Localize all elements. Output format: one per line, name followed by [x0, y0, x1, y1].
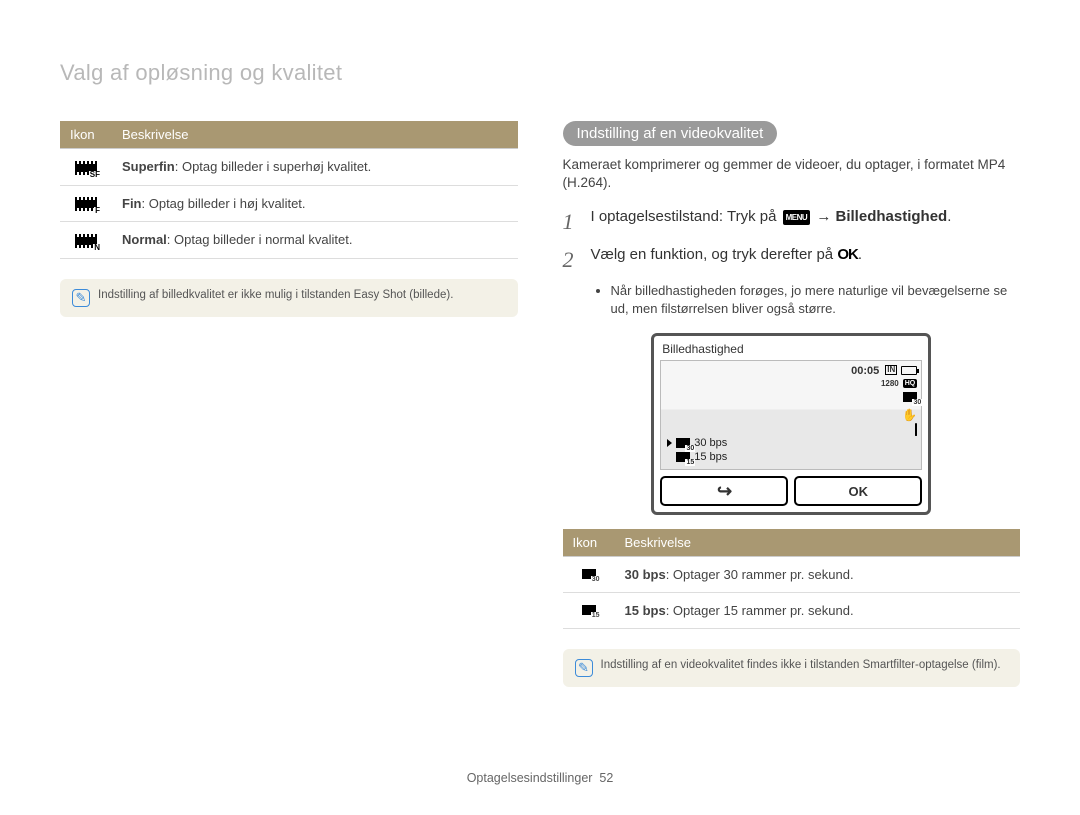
desc: : Optag billeder i høj kvalitet.: [142, 196, 306, 211]
screen-body: 00:05 IN 1280 HQ 30 ✋: [660, 360, 922, 470]
step-2: Vælg en funktion, og tryk derefter på OK…: [563, 244, 1021, 276]
list-item: 30 30 bps: [667, 437, 727, 449]
screen-option-list: 30 30 bps 15 15 bps: [667, 435, 727, 463]
note-box: ✎ Indstilling af billedkvalitet er ikke …: [60, 279, 518, 317]
step1-bold: Billedhastighed: [836, 208, 948, 225]
footer-section: Optagelsesindstillinger: [467, 771, 593, 785]
framerate-table: Ikon Beskrivelse 30 30 bps: Optager 30 r…: [563, 529, 1021, 629]
film-icon: F: [75, 197, 97, 211]
right-column: Indstilling af en videokvalitet Kameraet…: [563, 121, 1021, 687]
microphone-icon: [915, 423, 917, 436]
term: Fin: [122, 196, 142, 211]
film-icon: 30: [582, 569, 596, 579]
section-heading: Indstilling af en videokvalitet: [563, 121, 778, 146]
film-icon: 30: [903, 392, 917, 402]
timer-text: 00:05: [851, 365, 879, 377]
sub-bullet-list: Når billedhastigheden forøges, jo mere n…: [563, 282, 1021, 317]
table-row: 30 30 bps: Optager 30 rammer pr. sekund.: [563, 557, 1021, 593]
desc: : Optager 30 rammer pr. sekund.: [666, 567, 854, 582]
footer-page-number: 52: [599, 771, 613, 785]
res-badge: 1280: [881, 380, 899, 388]
th-desc: Beskrivelse: [112, 121, 518, 149]
th-desc: Beskrivelse: [615, 529, 1021, 557]
note-box: ✎ Indstilling af en videokvalitet findes…: [563, 649, 1021, 687]
sub-bullet: Når billedhastigheden forøges, jo mere n…: [611, 282, 1021, 317]
screen-buttons: ↩ OK: [660, 476, 922, 506]
term: 30 bps: [625, 567, 666, 582]
page-title: Valg af opløsning og kvalitet: [60, 60, 1020, 86]
note-icon: ✎: [72, 289, 90, 307]
page-footer: Optagelsesindstillinger 52: [0, 771, 1080, 785]
table-row: 15 15 bps: Optager 15 rammer pr. sekund.: [563, 593, 1021, 629]
step1-end: .: [947, 208, 951, 225]
screen-status-icons: IN 1280 HQ 30 ✋: [881, 365, 917, 435]
th-icon: Ikon: [563, 529, 615, 557]
step-list: I optagelsestilstand: Tryk på MENU → Bil…: [563, 206, 1021, 276]
film-icon: N: [75, 234, 97, 248]
intro-text: Kameraet komprimerer og gemmer de videoe…: [563, 156, 1021, 192]
two-column-layout: Ikon Beskrivelse SF Superfin: Optag bill…: [60, 121, 1020, 687]
option-label: 30 bps: [694, 437, 727, 449]
ok-glyph: OK: [837, 246, 858, 263]
step2-pre: Vælg en funktion, og tryk derefter på: [591, 246, 838, 263]
stabilizer-icon: ✋: [902, 409, 917, 421]
step-1: I optagelsestilstand: Tryk på MENU → Bil…: [563, 206, 1021, 238]
menu-icon: MENU: [783, 210, 811, 226]
ok-button: OK: [794, 476, 922, 506]
desc: : Optager 15 rammer pr. sekund.: [666, 603, 854, 618]
film-icon: 15: [582, 605, 596, 615]
hq-badge: HQ: [903, 379, 918, 388]
note-text: Indstilling af en videokvalitet findes i…: [601, 659, 1001, 671]
term: Normal: [122, 232, 167, 247]
table-row: SF Superfin: Optag billeder i superhøj k…: [60, 149, 518, 186]
screen-title: Billedhastighed: [660, 342, 922, 360]
left-column: Ikon Beskrivelse SF Superfin: Optag bill…: [60, 121, 518, 687]
selection-triangle-icon: [667, 439, 672, 447]
term: 15 bps: [625, 603, 666, 618]
term: Superfin: [122, 159, 175, 174]
back-button: ↩: [660, 476, 788, 506]
desc: : Optag billeder i superhøj kvalitet.: [175, 159, 372, 174]
note-text: Indstilling af billedkvalitet er ikke mu…: [98, 289, 453, 301]
option-label: 15 bps: [694, 451, 727, 463]
desc: : Optag billeder i normal kvalitet.: [167, 232, 353, 247]
note-icon: ✎: [575, 659, 593, 677]
table-row: F Fin: Optag billeder i høj kvalitet.: [60, 185, 518, 222]
film-icon: 30: [676, 438, 690, 448]
table-row: N Normal: Optag billeder i normal kvalit…: [60, 222, 518, 259]
film-icon: 15: [676, 452, 690, 462]
film-icon: SF: [75, 161, 97, 175]
step1-arrow: →: [812, 208, 835, 225]
in-icon: IN: [885, 365, 897, 375]
th-icon: Ikon: [60, 121, 112, 149]
battery-icon: [901, 366, 917, 375]
step2-end: .: [858, 246, 862, 263]
step1-pre: I optagelsestilstand: Tryk på: [591, 208, 781, 225]
list-item: 15 15 bps: [667, 451, 727, 463]
back-arrow-icon: ↩: [717, 481, 732, 502]
quality-table: Ikon Beskrivelse SF Superfin: Optag bill…: [60, 121, 518, 259]
camera-screen-illustration: Billedhastighed 00:05 IN 1280 HQ 30 ✋: [651, 333, 931, 515]
